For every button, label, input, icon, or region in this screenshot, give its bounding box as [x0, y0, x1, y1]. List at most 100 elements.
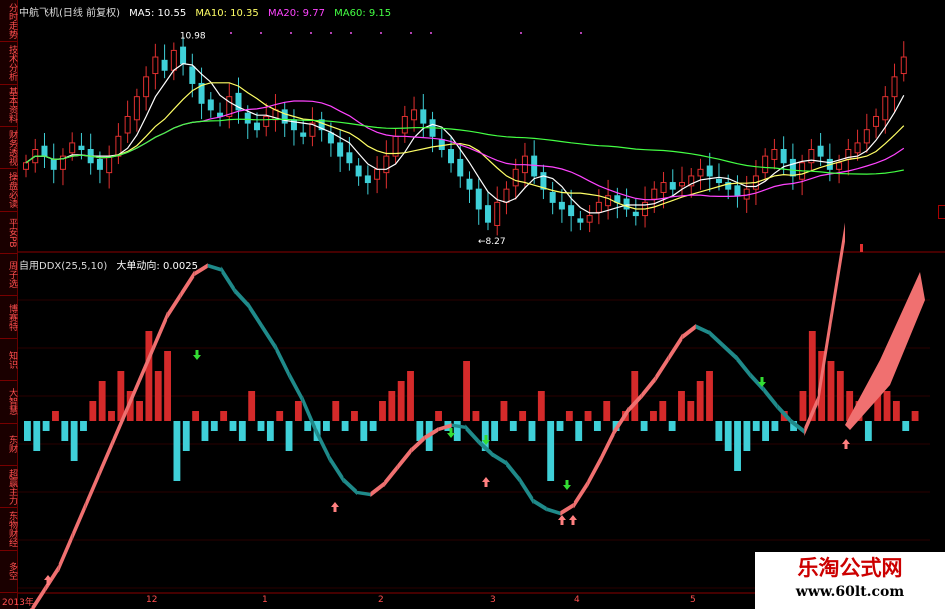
ma20-label: MA20: 9.77	[267, 8, 325, 19]
sidebar-tab[interactable]: 知识	[0, 339, 17, 382]
sell-arrow-icon	[193, 350, 201, 360]
sidebar-tab[interactable]: 东财	[0, 424, 17, 466]
x-axis-label: 5	[690, 595, 696, 605]
ddx-bar	[33, 421, 41, 451]
candle-body	[512, 168, 519, 187]
candle-body	[374, 168, 381, 180]
candle-body	[364, 175, 371, 184]
candle-body	[189, 66, 196, 84]
ddx-ribbon-segment	[234, 287, 249, 309]
sidebar-tab[interactable]: 博赛特	[0, 297, 17, 339]
candle-body	[438, 139, 445, 151]
sidebar-tab[interactable]: 财务透视	[0, 127, 17, 170]
ddx-bar	[827, 361, 835, 421]
ddx-bar	[154, 371, 162, 421]
ddx-bar	[911, 411, 919, 421]
sidebar-tab[interactable]: 平安PB	[0, 212, 17, 255]
ddx-ribbon-segment	[248, 302, 263, 330]
volume-spike	[860, 244, 863, 252]
buy-arrow-icon	[569, 515, 577, 525]
ddx-bar	[70, 421, 78, 461]
sidebar: 分时走势 技术分析 基本资料 财务透视 操盘必读 平安PB 周子选 博赛特 知识 大智慧 东财 超赢主…	[0, 0, 18, 609]
candle-body	[69, 142, 76, 154]
sidebar-tab[interactable]: 多空	[0, 551, 17, 593]
sidebar-tab[interactable]: 周子选	[0, 254, 17, 297]
candle-body	[180, 46, 187, 65]
sidebar-tab[interactable]: 东物财经	[0, 508, 17, 551]
ddx-bar	[593, 421, 601, 431]
candle-body	[900, 56, 907, 75]
ddx-ribbon-segment	[519, 476, 534, 505]
ddx-ribbon-segment	[560, 502, 574, 516]
signal-dot	[350, 32, 352, 34]
ddx-ribbon-segment	[329, 455, 344, 484]
candle-body	[475, 188, 482, 210]
candle-body	[660, 182, 667, 193]
candle-body	[873, 115, 880, 127]
ddx-bar	[631, 371, 639, 421]
ddx-bar	[659, 401, 667, 421]
candle-body	[586, 215, 593, 223]
sidebar-tab[interactable]: 分时走势	[0, 0, 17, 43]
ddx-ribbon-segment	[506, 459, 520, 483]
ddx-bar	[491, 421, 499, 441]
ddx-ribbon-segment	[682, 324, 696, 340]
ddx-bar	[883, 391, 891, 421]
candle-body	[327, 132, 334, 144]
candle-body	[420, 109, 427, 124]
ddx-ribbon-segment	[289, 370, 303, 404]
right-scroll-marker[interactable]	[938, 205, 945, 219]
sidebar-tab[interactable]: 基本资料	[0, 85, 17, 128]
signal-dot	[260, 32, 262, 34]
buy-arrow-icon	[842, 439, 850, 449]
candle-body	[789, 158, 796, 177]
ddx-ribbon-segment	[262, 323, 276, 351]
sidebar-tab[interactable]: 技术分析	[0, 42, 17, 85]
ddx-ribbon-segment	[831, 222, 845, 326]
candle-body	[448, 149, 455, 164]
candle-body	[623, 198, 630, 210]
candle-body	[503, 188, 510, 203]
candle-body	[253, 122, 260, 131]
ddx-bar	[145, 331, 153, 421]
sidebar-tab[interactable]: 大智慧	[0, 381, 17, 424]
candle-body	[679, 182, 686, 187]
watermark-title: 乐淘公式网	[797, 555, 903, 580]
high-annotation: 10.98	[180, 31, 206, 41]
candle-body	[706, 165, 713, 177]
sidebar-tab[interactable]: 超赢主力	[0, 466, 17, 509]
ddx-ribbon-segment	[763, 386, 778, 410]
signal-dot	[230, 32, 232, 34]
ddx-bar	[500, 401, 508, 421]
ddx-bar	[650, 411, 657, 421]
candle-body	[401, 115, 408, 134]
ddx-bar	[379, 401, 386, 421]
ddx-bar	[276, 411, 284, 421]
indicator-value: 大单动向: 0.0025	[116, 261, 198, 272]
ddx-bar	[80, 421, 87, 431]
ddx-bar	[799, 391, 807, 421]
ddx-bar	[89, 401, 97, 421]
price-header: 中航飞机(日线 前复权) MA5: 10.55 MA10: 10.35 MA20…	[19, 4, 397, 19]
ddx-bar	[210, 421, 218, 431]
signal-dot	[380, 32, 382, 34]
ddx-bar	[257, 421, 265, 431]
ddx-ribbon-segment	[58, 532, 73, 573]
ddx-ribbon-segment	[722, 342, 737, 361]
candle-body	[836, 162, 843, 170]
chart-canvas: 10.98 ←8.27	[18, 31, 945, 609]
ddx-bar	[528, 421, 536, 441]
candle-body	[106, 155, 113, 174]
ddx-bar	[864, 421, 872, 441]
candle-body	[300, 132, 307, 137]
sidebar-tab[interactable]: 操盘必读	[0, 169, 17, 212]
ddx-bar	[61, 421, 69, 441]
indicator-name: 自用DDX(25,5,10)	[19, 261, 108, 272]
ddx-ribbon-segment	[641, 375, 656, 399]
candle-body	[161, 59, 168, 71]
ddx-bar	[332, 401, 340, 421]
ma-line-ma5	[25, 62, 905, 214]
candle-body	[484, 205, 491, 223]
candle-body	[577, 218, 584, 223]
candle-body	[882, 96, 889, 121]
